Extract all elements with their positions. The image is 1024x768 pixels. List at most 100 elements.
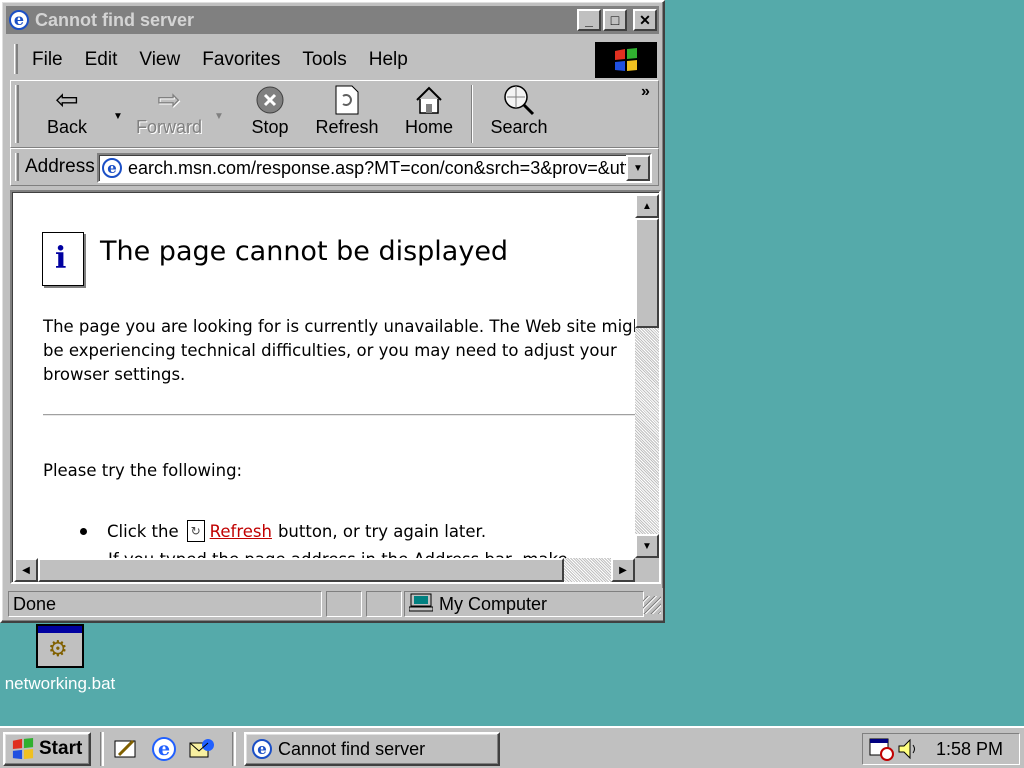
- desktop-icon-label: networking.bat: [4, 674, 116, 693]
- forward-label: Forward: [135, 117, 202, 137]
- arrow-up-icon: ▲: [642, 200, 652, 212]
- page-heading: The page cannot be displayed: [100, 236, 509, 267]
- resize-grip-icon[interactable]: [643, 596, 661, 614]
- menu-bar: File Edit View Favorites Tools Help: [10, 40, 659, 80]
- minimize-button[interactable]: _: [577, 9, 601, 31]
- status-bar: Done My Computer: [6, 588, 663, 620]
- taskbar-separator: [232, 732, 236, 766]
- error-paragraph: The page you are looking for is currentl…: [43, 317, 635, 384]
- start-button[interactable]: Start: [3, 732, 91, 766]
- scroll-down-button[interactable]: ▼: [635, 534, 659, 558]
- toolbar-overflow-chevron-icon[interactable]: »: [641, 83, 650, 101]
- page-ie-icon: e: [102, 158, 122, 178]
- horizontal-scroll-thumb[interactable]: [38, 558, 564, 582]
- minimize-icon: _: [585, 12, 593, 28]
- status-lock-pane: [366, 591, 402, 617]
- address-grip[interactable]: [15, 153, 19, 181]
- system-tray: 1:58 PM: [862, 733, 1020, 765]
- quicklaunch-separator: [100, 732, 104, 766]
- address-label: Address: [25, 156, 95, 177]
- menu-file[interactable]: File: [24, 48, 71, 72]
- back-dropdown-icon[interactable]: ▼: [113, 111, 123, 122]
- scroll-right-button[interactable]: ▶: [611, 558, 635, 582]
- bullet-text-pre: Click the: [107, 521, 179, 541]
- error-page: i The page cannot be displayed The page …: [14, 194, 635, 558]
- info-document-icon: i: [42, 232, 84, 286]
- try-heading: Please try the following:: [43, 461, 243, 480]
- ie-logo-icon: e: [9, 10, 29, 30]
- standard-toolbar: ⇦ Back ▼ ⇨ Forward ▼ Stop Refresh Home S…: [10, 80, 659, 148]
- refresh-label: Refresh: [315, 117, 379, 137]
- arrow-down-icon: ▼: [642, 540, 652, 552]
- task-ie-icon: e: [252, 739, 272, 759]
- menu-view[interactable]: View: [131, 48, 188, 72]
- arrow-right-icon: ▶: [619, 564, 627, 576]
- home-label: Home: [404, 117, 453, 137]
- menu-grip[interactable]: [14, 44, 18, 74]
- forward-arrow-icon: ⇨: [157, 84, 181, 115]
- bullet-icon: [80, 527, 87, 535]
- toolbar-grip[interactable]: [15, 85, 19, 143]
- scroll-up-button[interactable]: ▲: [635, 194, 659, 218]
- zone-label: My Computer: [439, 593, 548, 614]
- menu-help[interactable]: Help: [361, 48, 416, 72]
- task-button-ie[interactable]: e Cannot find server: [244, 732, 500, 766]
- back-label: Back: [46, 117, 88, 137]
- refresh-button[interactable]: Refresh: [313, 83, 381, 145]
- scroll-left-button[interactable]: ◀: [14, 558, 38, 582]
- arrow-left-icon: ◀: [22, 564, 30, 576]
- show-desktop-icon[interactable]: [112, 736, 140, 762]
- computer-icon: [408, 592, 434, 617]
- forward-button[interactable]: ⇨ Forward: [133, 83, 205, 145]
- browser-window: e Cannot find server _ □ ✕ File Edit Vie…: [0, 0, 665, 623]
- internet-explorer-icon[interactable]: e: [150, 736, 178, 762]
- status-progress-pane: [326, 591, 362, 617]
- title-bar[interactable]: e Cannot find server _ □ ✕: [6, 6, 659, 34]
- status-text-pane: Done: [8, 591, 322, 617]
- status-zone-pane: My Computer: [404, 591, 644, 617]
- windows-flag-icon: [11, 738, 35, 760]
- vertical-scrollbar[interactable]: ▲ ▼: [635, 194, 659, 558]
- search-label: Search: [490, 117, 548, 137]
- menu-favorites[interactable]: Favorites: [194, 48, 288, 72]
- list-item-partial: If you typed the page address in the Add…: [108, 550, 628, 558]
- refresh-icon: [330, 83, 364, 117]
- refresh-link[interactable]: Refresh: [210, 522, 272, 541]
- address-input[interactable]: e earch.msn.com/response.asp?MT=con/con&…: [97, 153, 652, 183]
- menu-edit[interactable]: Edit: [77, 48, 126, 72]
- address-url[interactable]: earch.msn.com/response.asp?MT=con/con&sr…: [128, 158, 626, 179]
- taskbar: Start e e Cannot find server 1:58 PM: [0, 726, 1024, 768]
- menu-tools[interactable]: Tools: [294, 48, 354, 72]
- scheduler-icon[interactable]: [869, 737, 895, 761]
- clock[interactable]: 1:58 PM: [936, 739, 1003, 760]
- back-button[interactable]: ⇦ Back: [37, 83, 97, 145]
- windows-logo-icon: [595, 42, 657, 78]
- horizontal-scrollbar[interactable]: ◀ ▶: [14, 558, 635, 582]
- status-text: Done: [13, 593, 57, 614]
- batch-file-icon: ⚙: [36, 624, 84, 668]
- outlook-express-icon[interactable]: [188, 736, 216, 762]
- content-area: i The page cannot be displayed The page …: [10, 190, 661, 584]
- stop-button[interactable]: Stop: [245, 83, 295, 145]
- list-item: Click the ↻ Refresh button, or try again…: [80, 520, 486, 542]
- back-arrow-icon: ⇦: [55, 84, 79, 115]
- toolbar-separator: [471, 85, 473, 143]
- chevron-down-icon: ▼: [633, 162, 643, 174]
- maximize-button[interactable]: □: [603, 9, 627, 31]
- forward-dropdown-icon[interactable]: ▼: [214, 111, 224, 122]
- desktop-icon-networking[interactable]: ⚙ networking.bat: [0, 624, 120, 694]
- scroll-corner: [635, 558, 659, 582]
- vertical-scroll-thumb[interactable]: [635, 218, 659, 328]
- home-button[interactable]: Home: [401, 83, 457, 145]
- window-title: Cannot find server: [35, 9, 195, 30]
- task-label: Cannot find server: [278, 738, 426, 759]
- search-button[interactable]: Search: [487, 83, 551, 145]
- address-dropdown-button[interactable]: ▼: [626, 155, 650, 181]
- close-button[interactable]: ✕: [633, 9, 657, 31]
- volume-speaker-icon[interactable]: [897, 737, 919, 761]
- stop-label: Stop: [251, 117, 289, 137]
- inline-refresh-icon: ↻: [186, 520, 205, 542]
- close-icon: ✕: [639, 11, 651, 28]
- home-icon: [412, 83, 446, 117]
- bullet-text-post: button, or try again later.: [277, 521, 487, 541]
